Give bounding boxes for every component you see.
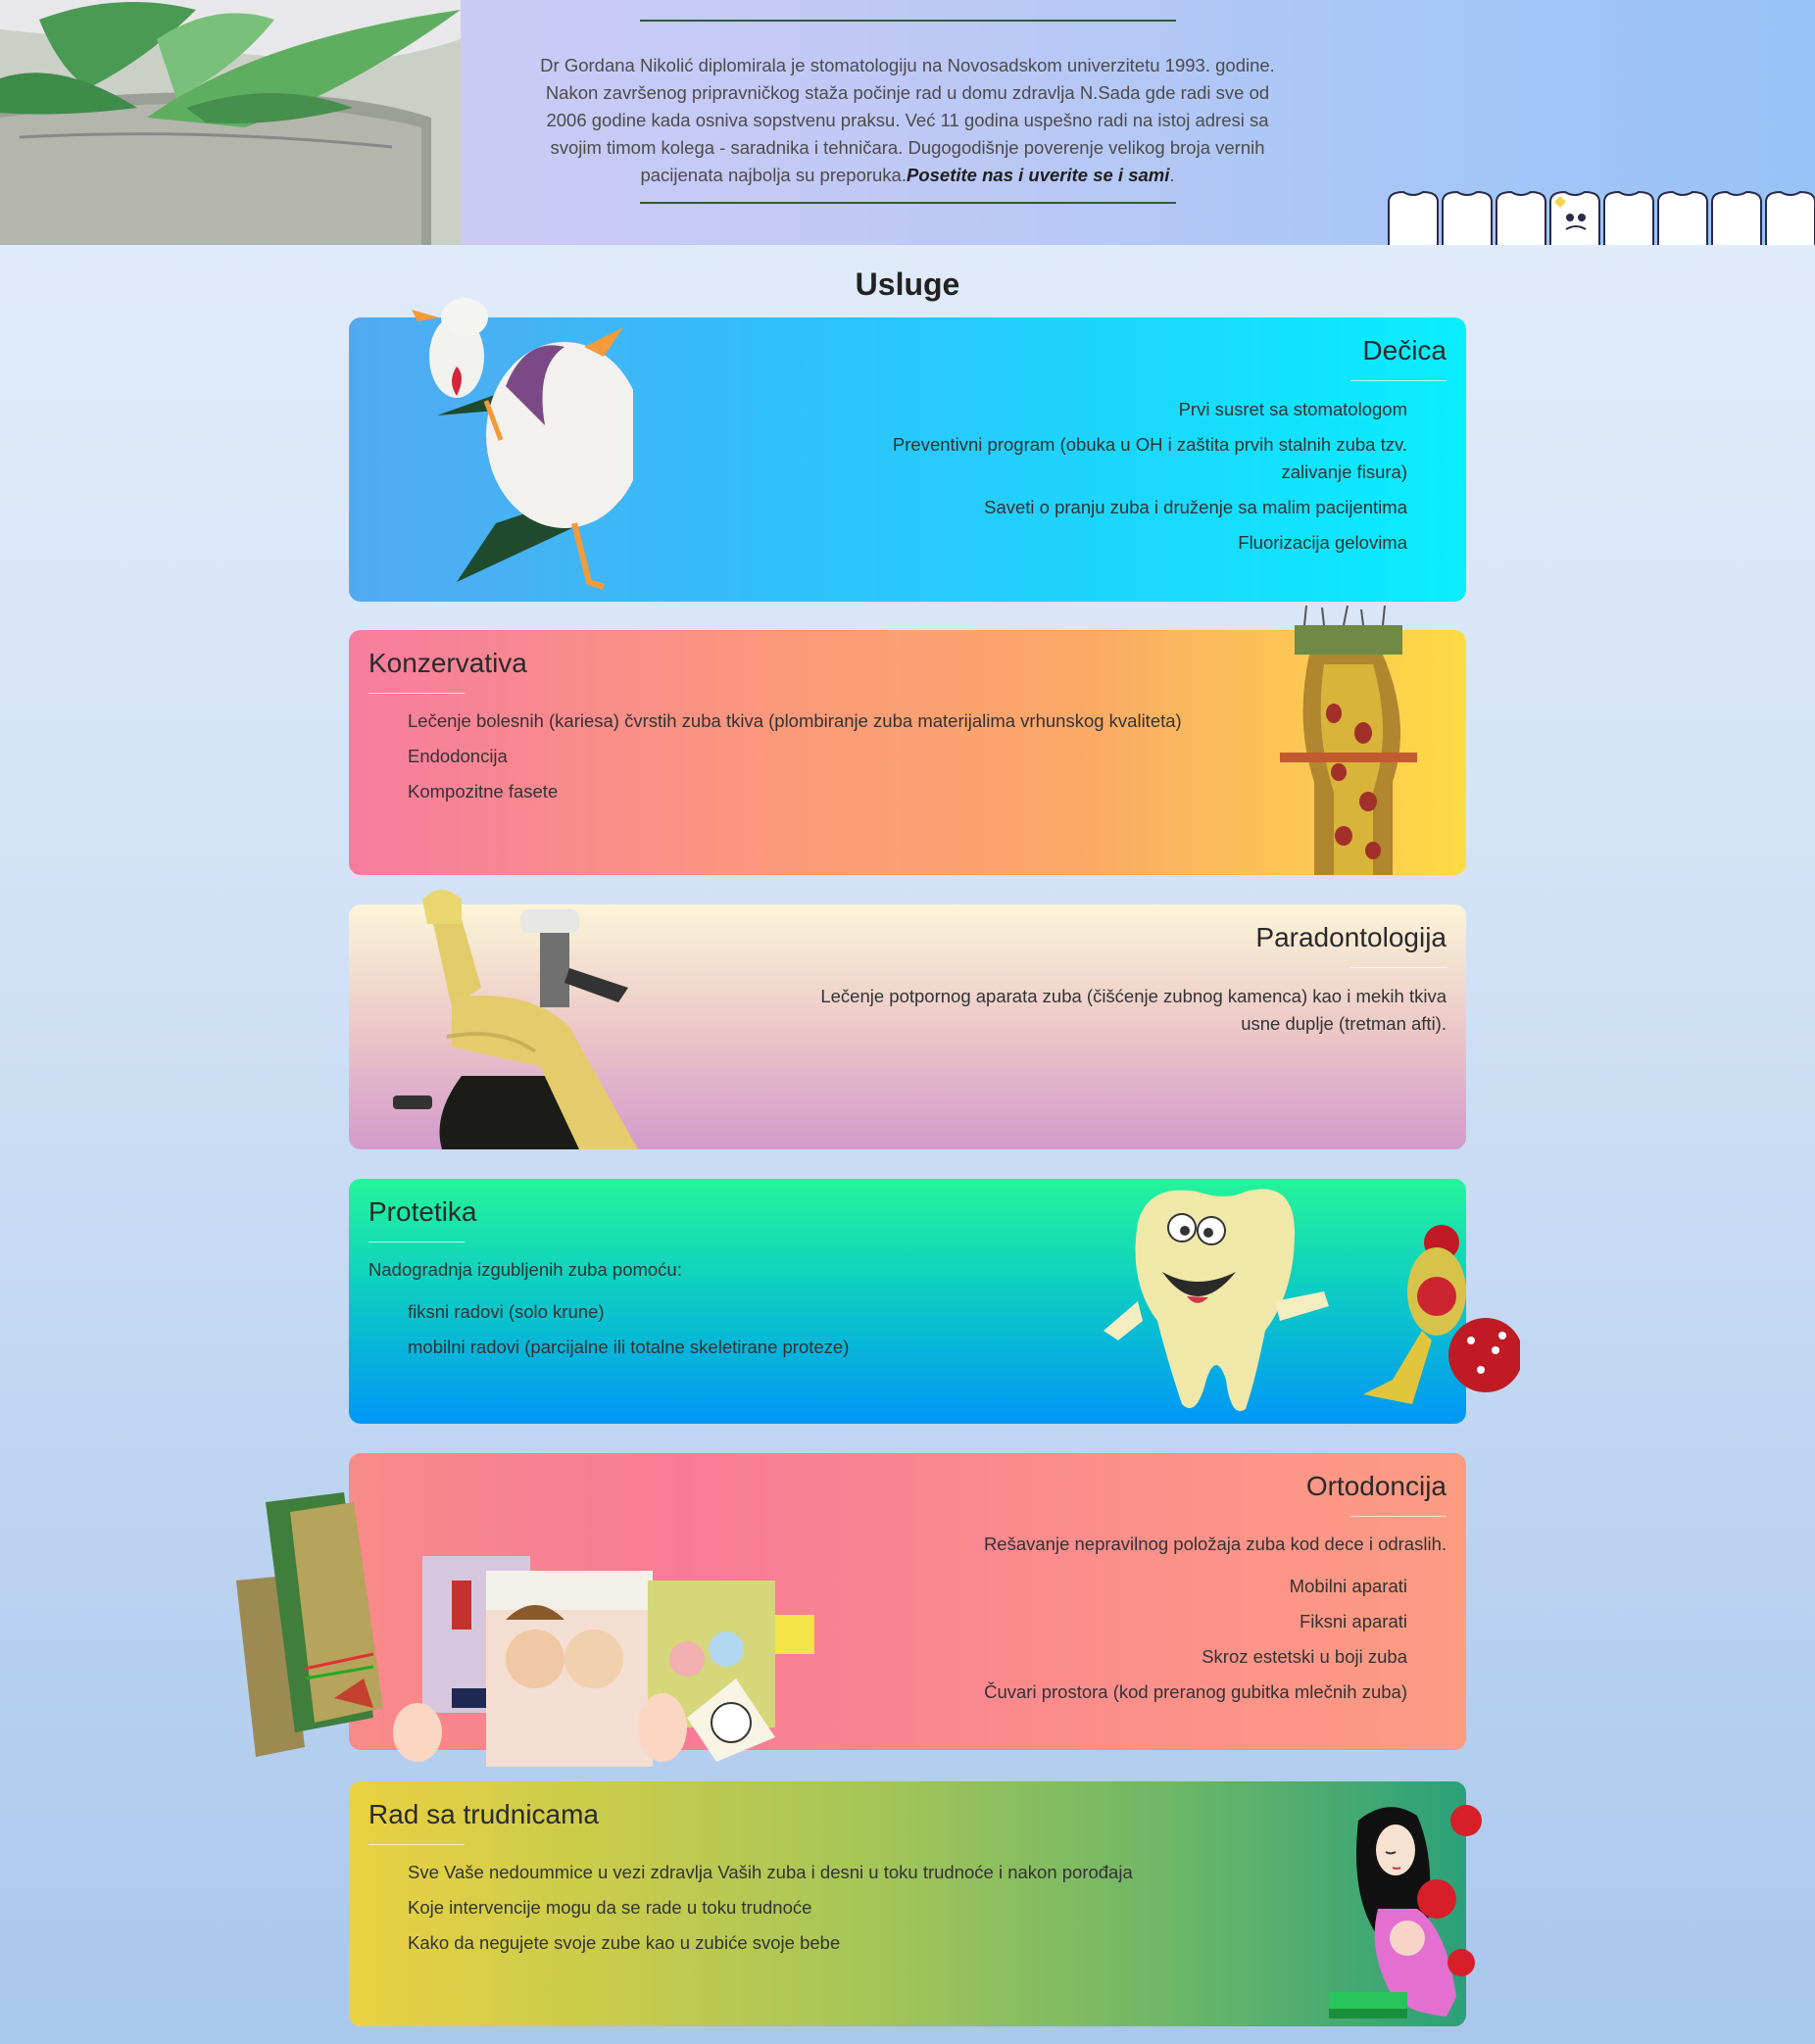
list-item: mobilni radovi (parcijalne ili totalne s…	[408, 1337, 850, 1357]
trudnice-title-rule	[368, 1844, 465, 1845]
list-item: Lečenje bolesnih (kariesa) čvrstih zuba …	[408, 710, 1182, 731]
service-card-konzervativa: Konzervativa Lečenje bolesnih (kariesa) …	[349, 606, 1466, 875]
paradontologija-title: Paradontologija	[1255, 922, 1447, 952]
intro-emphasis: Posetite nas i uverite se i sami	[907, 165, 1170, 185]
cartoon-teeth-image	[1388, 190, 1815, 245]
service-card-paradontologija: Paradontologija Lečenje potpornog aparat…	[349, 890, 1466, 1149]
list-item: Skroz estetski u boji zuba	[1202, 1646, 1407, 1667]
wooden-giraffe-image	[1280, 606, 1417, 875]
service-card-trudnice: Rad sa trudnicama Sve Vaše nedoummice u …	[349, 1781, 1482, 2026]
header-top-divider	[640, 20, 1176, 22]
protetika-list: fiksni radovi (solo krune) mobilni radov…	[408, 1298, 1094, 1369]
list-item: Fluorizacija gelovima	[1238, 532, 1407, 553]
list-item: Kako da negujete svoje zube kao u zubiće…	[408, 1932, 841, 1953]
konzervativa-list: Lečenje bolesnih (kariesa) čvrstih zuba …	[408, 707, 1290, 813]
header-banner: Dr Gordana Nikolić diplomirala je stomat…	[0, 0, 1815, 245]
protetika-title: Protetika	[368, 1196, 477, 1227]
trudnice-list: Sve Vaše nedoummice u vezi zdravlja Vaši…	[408, 1859, 1290, 1965]
konzervativa-title-rule	[368, 693, 465, 694]
cartoon-tooth-toy-image	[1104, 1189, 1520, 1411]
ortodoncija-title: Ortodoncija	[1305, 1471, 1447, 1501]
intro-period: .	[1169, 165, 1175, 185]
pregnant-woman-illustration	[1329, 1805, 1482, 2019]
decica-title: Dečica	[1362, 335, 1447, 365]
ortodoncija-list: Mobilni aparati Fiksni aparati Skroz est…	[898, 1573, 1407, 1714]
list-item: Čuvari prostora (kod preranog gubitka ml…	[984, 1681, 1407, 1702]
succulent-plant-image	[0, 0, 461, 245]
list-item: Saveti o pranju zuba i druženje sa malim…	[984, 497, 1407, 517]
ortodoncija-title-rule	[1350, 1516, 1447, 1517]
decica-list: Prvi susret sa stomatologom Preventivni …	[849, 396, 1407, 564]
intro-paragraph: Dr Gordana Nikolić diplomirala je stomat…	[524, 52, 1291, 189]
header-bottom-divider	[640, 202, 1176, 204]
services-heading: Usluge	[855, 267, 960, 302]
trudnice-title: Rad sa trudnicama	[368, 1799, 600, 1829]
list-item: Koje intervencije mogu da se rade u toku…	[408, 1897, 812, 1918]
list-item: fiksni radovi (solo krune)	[408, 1301, 605, 1322]
list-item: Prvi susret sa stomatologom	[1178, 399, 1407, 419]
dental-books-image	[236, 1492, 814, 1767]
list-item: Preventivni program (obuka u OH i zaštit…	[892, 434, 1407, 482]
service-card-decica: Dečica Prvi susret sa stomatologom Preve…	[349, 298, 1466, 602]
konzervativa-title: Konzervativa	[368, 648, 527, 678]
ortodoncija-intro: Rešavanje nepravilnog položaja zuba kod …	[983, 1533, 1447, 1554]
decica-title-rule	[1350, 380, 1447, 381]
paradontologija-title-rule	[1350, 967, 1447, 968]
wooden-goose-image	[412, 298, 633, 590]
list-item: Sve Vaše nedoummice u vezi zdravlja Vaši…	[408, 1862, 1133, 1882]
service-card-protetika: Protetika Nadogradnja izgubljenih zuba p…	[349, 1179, 1520, 1424]
list-item: Endodoncija	[408, 746, 508, 766]
paradontologija-text: Lečenje potpornog aparata zuba (čišćenje…	[820, 986, 1447, 1034]
list-item: Kompozitne fasete	[408, 781, 559, 802]
dental-chair-image	[393, 890, 638, 1149]
service-card-ortodoncija: Ortodoncija Rešavanje nepravilnog položa…	[236, 1453, 1466, 1767]
protetika-title-rule	[368, 1241, 465, 1242]
list-item: Mobilni aparati	[1289, 1576, 1407, 1596]
list-item: Fiksni aparati	[1299, 1611, 1407, 1631]
protetika-intro: Nadogradnja izgubljenih zuba pomoću:	[368, 1259, 682, 1280]
